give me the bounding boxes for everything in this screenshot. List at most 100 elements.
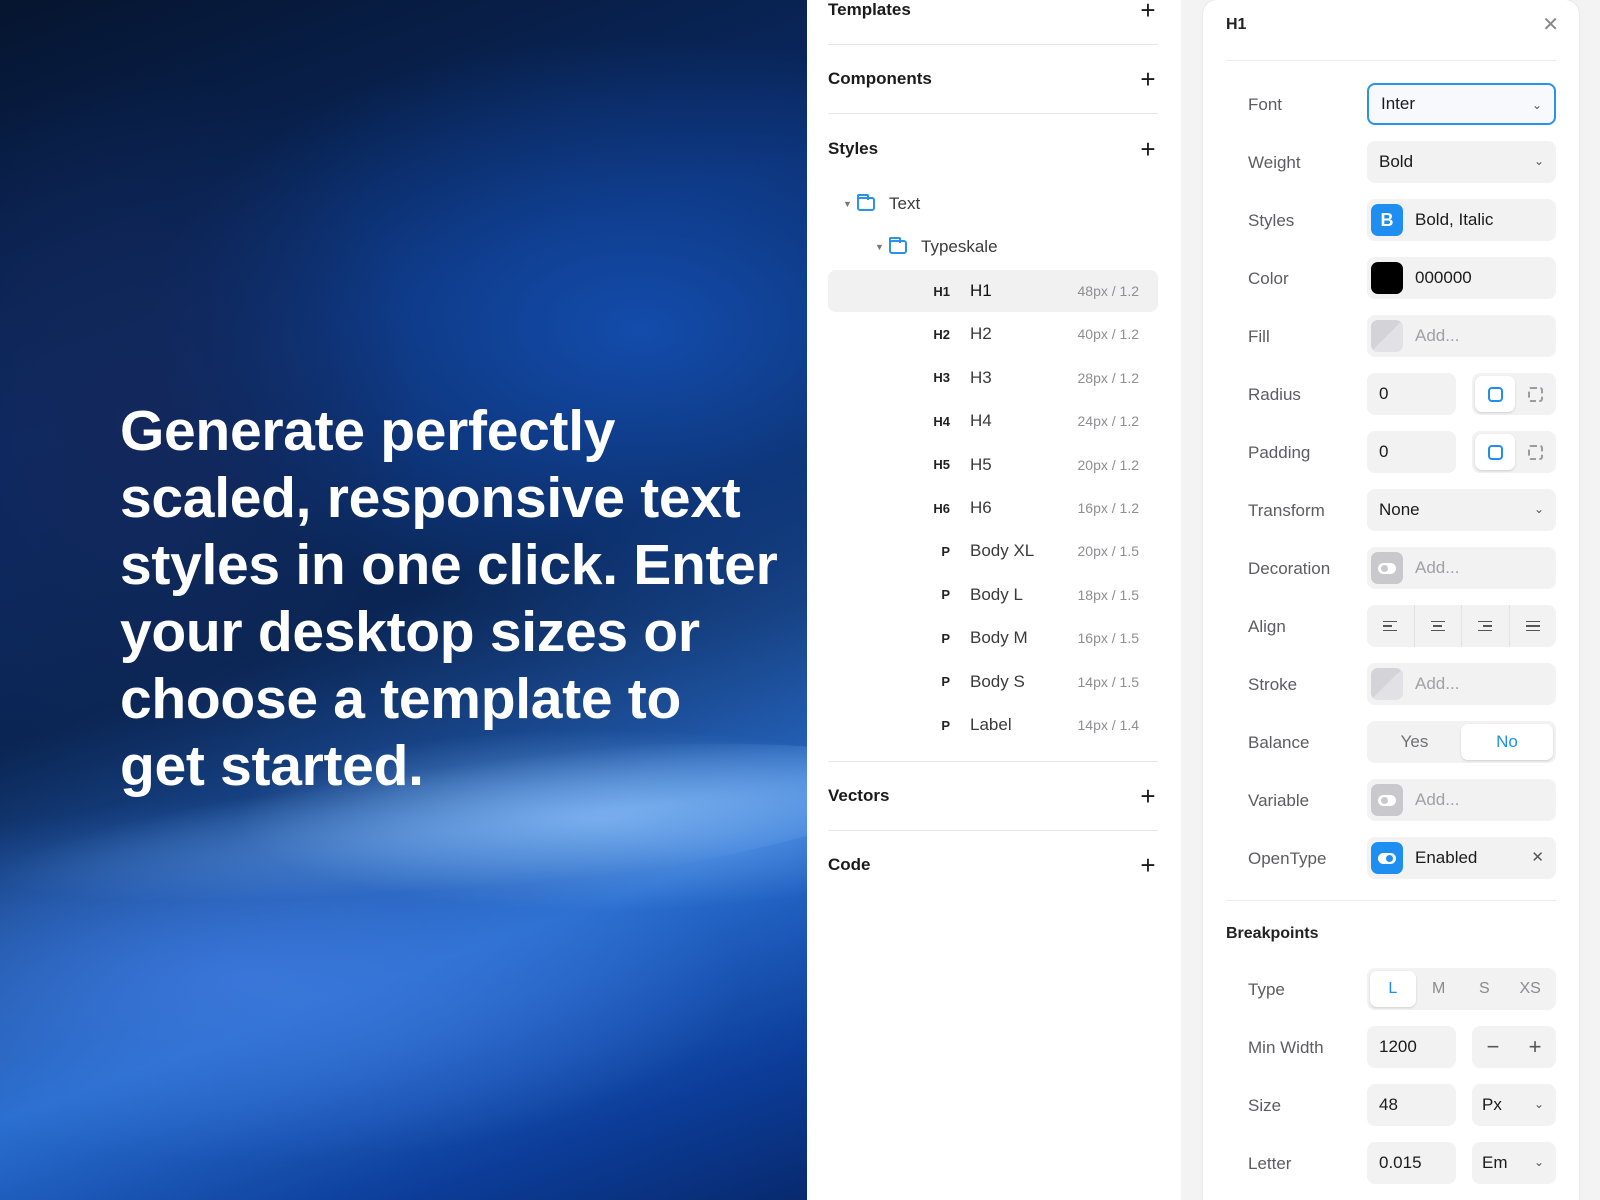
style-row-label[interactable]: P Label 14px / 1.4 (828, 704, 1158, 746)
font-select[interactable]: Inter ⌄ (1367, 83, 1556, 125)
plus-icon[interactable]: + (1138, 852, 1158, 878)
align-center-button[interactable] (1415, 605, 1462, 647)
style-row-body-l[interactable]: P Body L 18px / 1.5 (828, 574, 1158, 616)
prop-label: Type (1248, 980, 1285, 999)
size-value: 48 (1379, 1095, 1398, 1114)
style-meta: 14px / 1.5 (1077, 673, 1140, 690)
remove-icon[interactable]: ✕ (1531, 848, 1544, 866)
section-vectors[interactable]: Vectors + (828, 783, 1158, 809)
style-row-h2[interactable]: H2 H2 40px / 1.2 (828, 313, 1158, 355)
section-components[interactable]: Components + (828, 66, 1158, 92)
style-meta: 48px / 1.2 (1077, 283, 1140, 299)
padding-individual-button[interactable] (1517, 434, 1553, 470)
prop-label: Radius (1248, 385, 1301, 404)
style-meta: 18px / 1.5 (1077, 586, 1140, 603)
radius-uniform-button[interactable] (1475, 376, 1515, 412)
plus-icon[interactable]: + (1138, 0, 1158, 23)
plus-icon[interactable]: + (1138, 66, 1158, 92)
styles-field[interactable]: B Bold, Italic (1367, 199, 1556, 241)
style-tag: H2 (933, 326, 950, 342)
style-row-h3[interactable]: H3 H3 28px / 1.2 (828, 357, 1158, 399)
breakpoint-l-button[interactable]: L (1370, 971, 1416, 1007)
toggle-icon (1371, 784, 1403, 816)
color-swatch[interactable] (1371, 262, 1403, 294)
size-unit-select[interactable]: Px ⌄ (1472, 1084, 1556, 1126)
style-name: H2 (970, 324, 992, 344)
variable-field[interactable]: Add... (1367, 779, 1556, 821)
style-meta: 20px / 1.5 (1077, 543, 1140, 560)
letter-unit-select[interactable]: Em ⌄ (1472, 1142, 1556, 1184)
align-left-icon (1383, 620, 1398, 632)
plus-icon[interactable]: + (1514, 1026, 1556, 1068)
align-justify-button[interactable] (1510, 605, 1557, 647)
style-tag: H6 (933, 500, 950, 516)
close-icon[interactable]: ✕ (1542, 12, 1559, 37)
chevron-down-icon: ⌄ (1533, 154, 1544, 168)
size-input[interactable]: 48 (1367, 1084, 1456, 1126)
caret-down-icon[interactable]: ▼ (843, 199, 857, 209)
prop-label: Size (1248, 1096, 1282, 1115)
style-row-h6[interactable]: H6 H6 16px / 1.2 (828, 487, 1158, 529)
tree-folder-text[interactable]: ▼ Text (843, 189, 920, 219)
minus-icon[interactable]: − (1472, 1026, 1514, 1068)
color-field[interactable]: 000000 (1367, 257, 1556, 299)
section-code[interactable]: Code + (828, 852, 1158, 878)
prop-bp-type: Type L M S XS (1226, 968, 1556, 1010)
chevron-down-icon: ⌄ (1533, 1097, 1544, 1111)
hero-headline: Generate perfectly scaled, responsive te… (120, 399, 778, 798)
style-row-h4[interactable]: H4 H4 24px / 1.2 (828, 400, 1158, 442)
min-width-input[interactable]: 1200 (1367, 1026, 1456, 1068)
stroke-field[interactable]: Add... (1367, 663, 1556, 705)
section-templates[interactable]: Templates + (828, 0, 1158, 23)
caret-down-icon[interactable]: ▼ (875, 242, 889, 252)
min-width-stepper: − + (1472, 1026, 1556, 1068)
weight-select[interactable]: Bold ⌄ (1367, 141, 1556, 183)
prop-label: Color (1248, 269, 1289, 288)
letter-unit-value: Em (1482, 1153, 1508, 1172)
style-tag: P (941, 717, 950, 733)
padding-input[interactable]: 0 (1367, 431, 1456, 473)
sides-icon (1527, 444, 1543, 460)
style-row-body-m[interactable]: P Body M 16px / 1.5 (828, 617, 1158, 659)
balance-yes-button[interactable]: Yes (1367, 721, 1462, 763)
prop-label: Min Width (1248, 1038, 1324, 1057)
style-name: Body L (970, 584, 1023, 604)
padding-value: 0 (1379, 442, 1389, 461)
tree-folder-typeskale[interactable]: ▼ Typeskale (875, 232, 998, 262)
align-right-button[interactable] (1462, 605, 1510, 647)
style-row-body-s[interactable]: P Body S 14px / 1.5 (828, 661, 1158, 703)
empty-swatch-icon (1371, 320, 1403, 352)
radius-input[interactable]: 0 (1367, 373, 1456, 415)
letter-input[interactable]: 0.015 (1367, 1142, 1456, 1184)
opentype-field[interactable]: Enabled ✕ (1367, 837, 1556, 879)
prop-radius: Radius 0 (1226, 373, 1556, 415)
plus-icon[interactable]: + (1138, 136, 1158, 162)
breakpoint-m-button[interactable]: M (1416, 971, 1462, 1007)
transform-select[interactable]: None ⌄ (1367, 489, 1556, 531)
style-row-h5[interactable]: H5 H5 20px / 1.2 (828, 444, 1158, 486)
chevron-down-icon: ⌄ (1531, 98, 1542, 112)
color-value: 000000 (1415, 268, 1472, 287)
prop-size: Size 48 Px ⌄ (1226, 1084, 1556, 1126)
style-tag: P (941, 630, 950, 646)
align-justify-icon (1525, 620, 1540, 632)
fill-field[interactable]: Add... (1367, 315, 1556, 357)
padding-uniform-button[interactable] (1475, 434, 1515, 470)
prop-decoration: Decoration Add... (1226, 547, 1556, 589)
align-left-button[interactable] (1367, 605, 1415, 647)
section-styles[interactable]: Styles + (828, 136, 1158, 162)
style-row-body-xl[interactable]: P Body XL 20px / 1.5 (828, 530, 1158, 572)
balance-no-button[interactable]: No (1461, 724, 1553, 760)
prop-color: Color 000000 (1226, 257, 1556, 299)
plus-icon[interactable]: + (1138, 783, 1158, 809)
prop-label: Decoration (1248, 559, 1331, 578)
prop-label: Variable (1248, 791, 1310, 810)
style-tag: H1 (933, 283, 950, 299)
decoration-field[interactable]: Add... (1367, 547, 1556, 589)
breakpoint-s-button[interactable]: S (1462, 971, 1508, 1007)
style-row-h1[interactable]: H1 H1 48px / 1.2 (828, 270, 1158, 312)
empty-swatch-icon (1371, 668, 1403, 700)
radius-individual-button[interactable] (1517, 376, 1553, 412)
style-tag: P (941, 543, 950, 559)
breakpoint-xs-button[interactable]: XS (1507, 971, 1553, 1007)
